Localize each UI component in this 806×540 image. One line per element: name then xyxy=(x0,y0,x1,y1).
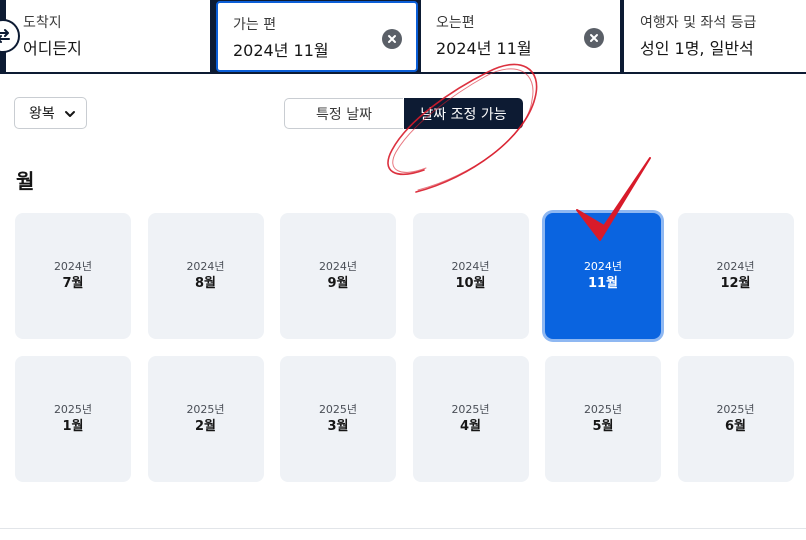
month-card-month: 12월 xyxy=(720,276,751,291)
month-card-year: 2025년 xyxy=(53,403,93,416)
tab-specific-dates[interactable]: 특정 날짜 xyxy=(284,98,403,129)
return-date-field[interactable]: 오는편 2024년 11월 xyxy=(421,0,620,72)
month-card-month: 2월 xyxy=(194,419,216,434)
month-card[interactable]: 2024년 7월 xyxy=(15,213,131,339)
tab-flexible-dates[interactable]: 날짜 조정 가능 xyxy=(404,98,523,129)
month-card[interactable]: 2024년 11월 xyxy=(545,213,661,339)
month-card-month: 6월 xyxy=(724,419,746,434)
month-card-month: 4월 xyxy=(459,419,481,434)
month-card-month: 3월 xyxy=(327,419,349,434)
month-card-year: 2024년 xyxy=(186,260,225,273)
month-card-year: 2025년 xyxy=(583,403,623,416)
travelers-label: 여행자 및 좌석 등급 xyxy=(640,15,757,31)
month-card[interactable]: 2024년 12월 xyxy=(677,213,794,339)
month-card-month: 8월 xyxy=(194,276,216,291)
month-card-year: 2025년 xyxy=(451,403,490,416)
depart-date-field[interactable]: 가는 편 2024년 11월 xyxy=(216,1,418,72)
month-card-month: 7월 xyxy=(62,276,84,291)
month-card[interactable]: 2024년 8월 xyxy=(147,213,264,339)
destination-value: 어디든지 xyxy=(23,39,82,58)
month-card-year: 2024년 xyxy=(716,260,755,273)
divider xyxy=(0,528,806,529)
travelers-value: 성인 1명, 일반석 xyxy=(640,39,754,58)
destination-field[interactable]: 도착지 어디든지 xyxy=(6,0,210,72)
travelers-field[interactable]: 여행자 및 좌석 등급 성인 1명, 일반석 xyxy=(624,0,806,72)
month-card-year: 2024년 xyxy=(318,260,358,273)
month-card[interactable]: 2025년 5월 xyxy=(545,356,661,482)
clear-depart-button[interactable] xyxy=(382,29,402,49)
month-grid: 2024년 7월 2024년 8월 2024년 9월 2024년 10월 2024년 11월 202… xyxy=(15,213,806,483)
month-card[interactable]: 2024년 9월 xyxy=(280,213,396,339)
clear-icon xyxy=(590,34,598,42)
month-card-year: 2024년 xyxy=(53,260,93,273)
month-card-year: 2025년 xyxy=(716,403,755,416)
month-card-month: 9월 xyxy=(327,276,349,291)
month-card-month: 10월 xyxy=(455,276,486,291)
month-card[interactable]: 2025년 6월 xyxy=(677,356,794,482)
month-card[interactable]: 2025년 3월 xyxy=(280,356,396,482)
month-card[interactable]: 2025년 1월 xyxy=(15,356,131,482)
swap-icon xyxy=(0,29,10,43)
month-card-month: 11월 xyxy=(587,276,619,291)
destination-label: 도착지 xyxy=(23,15,62,31)
month-card[interactable]: 2025년 2월 xyxy=(147,356,264,482)
month-card[interactable]: 2025년 4월 xyxy=(412,356,529,482)
month-card-year: 2024년 xyxy=(583,260,623,273)
section-title: 월 xyxy=(16,169,35,193)
trip-type-select[interactable]: 왕복 xyxy=(14,97,87,129)
month-card-year: 2024년 xyxy=(451,260,490,273)
clear-icon xyxy=(388,35,396,43)
page: 도착지 어디든지 가는 편 2024년 11월 오는편 2024년 11월 여행… xyxy=(0,0,806,540)
chevron-down-icon xyxy=(65,111,75,117)
month-card-month: 1월 xyxy=(62,419,84,434)
month-card-month: 5월 xyxy=(592,419,614,434)
month-card[interactable]: 2024년 10월 xyxy=(412,213,529,339)
flight-search-bar: 도착지 어디든지 가는 편 2024년 11월 오는편 2024년 11월 여행… xyxy=(0,0,806,74)
clear-return-button[interactable] xyxy=(584,28,604,48)
month-card-year: 2025년 xyxy=(318,403,358,416)
month-card-year: 2025년 xyxy=(186,403,225,416)
trip-type-value: 왕복 xyxy=(29,106,55,122)
